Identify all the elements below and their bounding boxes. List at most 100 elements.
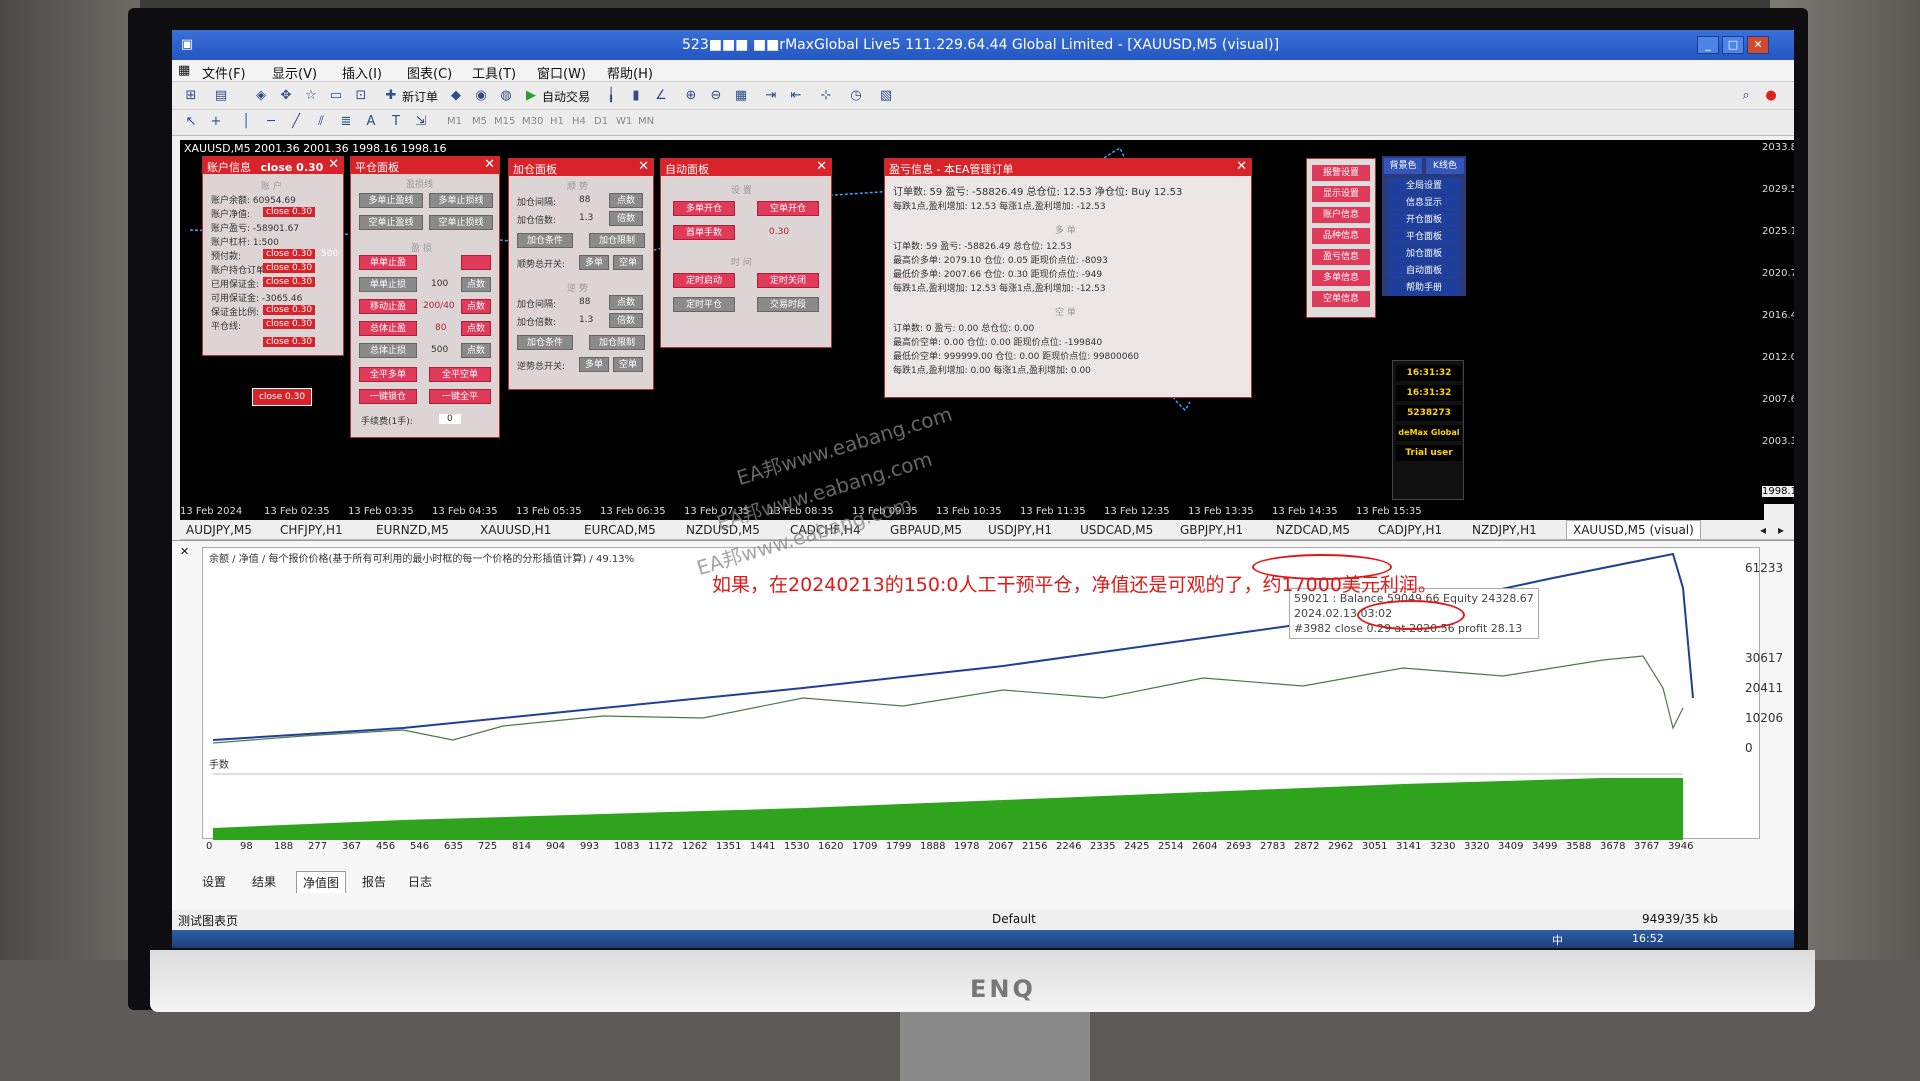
add-row2-unit[interactable]: 倍数 <box>609 211 643 226</box>
tab-journal[interactable]: 日志 <box>408 873 432 890</box>
periods-icon[interactable]: ◷ <box>847 87 865 105</box>
close-tag-bottom[interactable]: close 0.30 <box>252 388 313 406</box>
alert-settings-button[interactable]: 报警设置 <box>1312 165 1370 181</box>
add-condition2-button[interactable]: 加仓条件 <box>517 335 573 350</box>
tab-xauusd-h1[interactable]: XAUUSD,H1 <box>480 523 551 537</box>
bg-color-button[interactable]: 背景色 <box>1384 158 1422 174</box>
trendline-icon[interactable]: ╱ <box>287 113 305 131</box>
tabs-right-arrow-icon[interactable]: ▸ <box>1778 523 1784 537</box>
total-sl-unit[interactable]: 点数 <box>461 343 491 358</box>
add-row4-unit[interactable]: 倍数 <box>609 313 643 328</box>
text-icon[interactable]: A <box>362 113 380 131</box>
tab-xauusd-visual[interactable]: XAUUSD,M5 (visual) <box>1566 520 1701 540</box>
search-icon[interactable]: ⌕ <box>1737 87 1755 105</box>
buy-tp-line-button[interactable]: 多单止盈线 <box>359 193 423 208</box>
tf-m1[interactable]: M1 <box>447 116 462 127</box>
counter-sell-button[interactable]: 空单 <box>613 357 643 372</box>
hline-icon[interactable]: ─ <box>262 113 280 131</box>
notification-icon[interactable]: ● <box>1762 87 1780 105</box>
timer-close-button[interactable]: 定时关闭 <box>757 273 819 288</box>
close-panel-button[interactable]: 平仓面板 <box>1388 229 1460 245</box>
add-limit2-button[interactable]: 加仓限制 <box>589 335 645 350</box>
navigator-icon[interactable]: ☆ <box>302 87 320 105</box>
candles-icon[interactable]: ▮ <box>627 87 645 105</box>
buy-open-button[interactable]: 多单开仓 <box>673 201 735 216</box>
add-row4-value[interactable]: 1.3 <box>579 315 593 325</box>
trailing-tp-unit[interactable]: 点数 <box>461 299 491 314</box>
sell-tp-line-button[interactable]: 空单止盈线 <box>359 215 423 230</box>
tf-d1[interactable]: D1 <box>594 116 608 127</box>
add-panel-button[interactable]: 加仓面板 <box>1388 246 1460 262</box>
menu-help[interactable]: 帮助(H) <box>607 63 653 82</box>
auto-trade-button[interactable]: 自动交易 <box>542 88 590 105</box>
tab-cadjpy[interactable]: CADJPY,H1 <box>1378 523 1442 537</box>
add-row1-unit[interactable]: 点数 <box>609 193 643 208</box>
close-button[interactable]: ✕ <box>1747 36 1769 54</box>
globe-icon[interactable]: ◍ <box>497 87 515 105</box>
lock-button[interactable]: 一键锁仓 <box>359 389 417 404</box>
line-chart-icon[interactable]: ∠ <box>652 87 670 105</box>
tab-nzdjpy[interactable]: NZDJPY,H1 <box>1472 523 1537 537</box>
sell-info-button[interactable]: 空单信息 <box>1312 291 1370 307</box>
tf-h1[interactable]: H1 <box>550 116 564 127</box>
close-panel[interactable]: 平仓面板 ✕ 盈损线 多单止盈线 多单止损线 空单止盈线 空单止损线 盈 损 单… <box>350 156 500 438</box>
new-order-icon[interactable]: ✚ <box>382 87 400 105</box>
candle-color-button[interactable]: K线色 <box>1426 158 1464 174</box>
close-icon[interactable]: ✕ <box>484 157 495 172</box>
tab-usdcad[interactable]: USDCAD,M5 <box>1080 523 1153 537</box>
trend-buy-button[interactable]: 多单 <box>579 255 609 270</box>
menu-insert[interactable]: 插入(I) <box>342 63 382 82</box>
tab-report[interactable]: 报告 <box>362 873 386 890</box>
terminal-icon[interactable]: ▭ <box>327 87 345 105</box>
menu-view[interactable]: 显示(V) <box>272 63 317 82</box>
single-tp-button[interactable]: 单单止盈 <box>359 255 417 270</box>
shift-icon[interactable]: ⇤ <box>787 87 805 105</box>
first-lot-value[interactable]: 0.30 <box>769 227 789 237</box>
tray-ime[interactable]: 中 <box>1552 932 1563 948</box>
tf-m30[interactable]: M30 <box>522 116 543 127</box>
single-sl-unit[interactable]: 点数 <box>461 277 491 292</box>
total-sl-value[interactable]: 500 <box>431 345 448 355</box>
tab-eurcad[interactable]: EURCAD,M5 <box>584 523 656 537</box>
window-titlebar[interactable]: ▣ 523■■■ ■■rMaxGlobal Live5 111.229.64.4… <box>172 30 1794 60</box>
tf-mn[interactable]: MN <box>638 116 654 127</box>
tf-m5[interactable]: M5 <box>472 116 487 127</box>
add-limit-button[interactable]: 加仓限制 <box>589 233 645 248</box>
tab-nzdcad[interactable]: NZDCAD,M5 <box>1276 523 1350 537</box>
tab-gbpaud[interactable]: GBPAUD,M5 <box>890 523 962 537</box>
tab-chfjpy[interactable]: CHFJPY,H1 <box>280 523 343 537</box>
total-tp-button[interactable]: 总体止盈 <box>359 321 417 336</box>
tf-h4[interactable]: H4 <box>572 116 586 127</box>
auto-panel[interactable]: 自动面板 ✕ 设 置 多单开仓 空单开仓 首单手数 0.30 时 间 定时启动 … <box>660 158 832 348</box>
label-icon[interactable]: T <box>387 113 405 131</box>
fee-input[interactable]: 0 <box>439 414 461 424</box>
sell-sl-line-button[interactable]: 空单止损线 <box>429 215 493 230</box>
close-icon[interactable]: ✕ <box>328 157 339 172</box>
close-icon[interactable]: ✕ <box>638 159 649 174</box>
account-info-button[interactable]: 账户信息 <box>1312 207 1370 223</box>
total-tp-unit[interactable]: 点数 <box>461 321 491 336</box>
counter-buy-button[interactable]: 多单 <box>579 357 609 372</box>
scroll-icon[interactable]: ⇥ <box>762 87 780 105</box>
metaeditor-icon[interactable]: ◆ <box>447 87 465 105</box>
new-chart-icon[interactable]: ⊞ <box>182 87 200 105</box>
tab-settings[interactable]: 设置 <box>202 873 226 890</box>
auto-trade-icon[interactable]: ▶ <box>522 87 540 105</box>
trailing-tp-value[interactable]: 200/40 <box>423 301 455 311</box>
single-tp-unit[interactable] <box>461 255 491 270</box>
arrows-icon[interactable]: ⇲ <box>412 113 430 131</box>
new-order-button[interactable]: 新订单 <box>402 88 438 105</box>
single-sl-value[interactable]: 100 <box>431 279 448 289</box>
add-condition-button[interactable]: 加仓条件 <box>517 233 573 248</box>
timer-start-button[interactable]: 定时启动 <box>673 273 735 288</box>
close-icon[interactable]: ✕ <box>1236 159 1247 174</box>
menu-tools[interactable]: 工具(T) <box>472 63 516 82</box>
help-manual-button[interactable]: 帮助手册 <box>1388 280 1460 296</box>
tab-audjpy[interactable]: AUDJPY,M5 <box>186 523 252 537</box>
menu-file[interactable]: 文件(F) <box>202 63 246 82</box>
buy-sl-line-button[interactable]: 多单止损线 <box>429 193 493 208</box>
open-panel-button[interactable]: 开仓面板 <box>1388 212 1460 228</box>
crosshair2-icon[interactable]: + <box>207 113 225 131</box>
add-panel[interactable]: 加仓面板 ✕ 顺 势 加仓间隔: 88 点数 加仓倍数: 1.3 倍数 加仓条件… <box>508 158 654 390</box>
global-settings-button[interactable]: 全局设置 <box>1388 178 1460 194</box>
